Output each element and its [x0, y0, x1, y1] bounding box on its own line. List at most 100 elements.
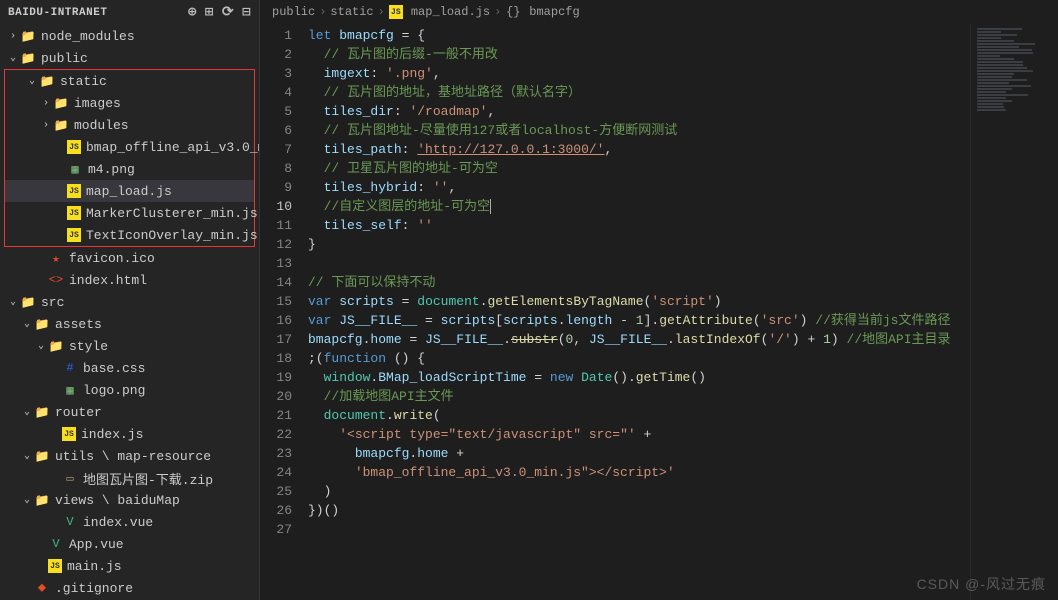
chevron-icon[interactable]: ⌄: [6, 52, 20, 64]
file-icon: 📁: [34, 404, 50, 420]
chevron-icon[interactable]: ⌄: [6, 296, 20, 308]
code-line[interactable]: tiles_self: '': [308, 216, 970, 235]
code-line[interactable]: }: [308, 235, 970, 254]
code-line[interactable]: 'bmap_offline_api_v3.0_min.js"></script>…: [308, 463, 970, 482]
chevron-icon[interactable]: ⌄: [25, 75, 39, 87]
tree-item[interactable]: ⌄📁static: [5, 70, 254, 92]
breadcrumb-item[interactable]: JSmap_load.js: [389, 5, 490, 19]
line-number: 27: [260, 520, 292, 539]
new-file-icon[interactable]: ⊕: [188, 4, 197, 21]
tree-item[interactable]: ⌄📁router: [0, 401, 259, 423]
tree-item-label: 地图瓦片图-下载.zip: [83, 469, 213, 488]
chevron-icon[interactable]: ⌄: [20, 406, 34, 418]
tree-item[interactable]: VApp.vue: [0, 533, 259, 555]
code-line[interactable]: // 下面可以保持不动: [308, 273, 970, 292]
code-line[interactable]: tiles_dir: '/roadmap',: [308, 102, 970, 121]
code-line[interactable]: window.BMap_loadScriptTime = new Date().…: [308, 368, 970, 387]
code-line[interactable]: // 卫星瓦片图的地址-可为空: [308, 159, 970, 178]
code-line[interactable]: // 瓦片图地址-尽量使用127或者localhost-方便断网测试: [308, 121, 970, 140]
breadcrumb-label: public: [272, 5, 315, 19]
file-icon: #: [62, 360, 78, 376]
code-line[interactable]: '<script type="text/javascript" src="' +: [308, 425, 970, 444]
file-icon: 📁: [34, 492, 50, 508]
tree-item[interactable]: ⌄📁src: [0, 291, 259, 313]
chevron-icon[interactable]: ›: [6, 31, 20, 42]
tree-item[interactable]: ⌄📁utils \ map-resource: [0, 445, 259, 467]
code-line[interactable]: tiles_path: 'http://127.0.0.1:3000/',: [308, 140, 970, 159]
file-icon: JS: [48, 559, 62, 573]
file-icon: 📁: [20, 50, 36, 66]
file-icon: 📁: [53, 95, 69, 111]
chevron-right-icon: ›: [494, 5, 501, 19]
code-line[interactable]: [308, 254, 970, 273]
file-icon: JS: [67, 184, 81, 198]
refresh-icon[interactable]: ⟳: [222, 4, 234, 21]
breadcrumb-item[interactable]: {}bmapcfg: [505, 4, 579, 20]
tree-item-label: index.html: [69, 273, 147, 288]
tree-item[interactable]: ▦logo.png: [0, 379, 259, 401]
file-icon: V: [62, 514, 78, 530]
minimap[interactable]: [970, 24, 1058, 600]
code-line[interactable]: [308, 520, 970, 539]
tree-item[interactable]: JSbmap_offline_api_v3.0_min.js: [5, 136, 254, 158]
code-line[interactable]: document.write(: [308, 406, 970, 425]
code-line[interactable]: bmapcfg.home +: [308, 444, 970, 463]
tree-item[interactable]: JSindex.js: [0, 423, 259, 445]
tree-item[interactable]: Vindex.vue: [0, 511, 259, 533]
chevron-icon[interactable]: ⌄: [20, 450, 34, 462]
code-line[interactable]: ;(function () {: [308, 349, 970, 368]
file-icon: 📁: [34, 316, 50, 332]
chevron-icon[interactable]: ⌄: [34, 340, 48, 352]
code-line[interactable]: let bmapcfg = {: [308, 26, 970, 45]
tree-item[interactable]: <>index.html: [0, 269, 259, 291]
code-line[interactable]: //自定义图层的地址-可为空: [308, 197, 970, 216]
tree-item[interactable]: ›📁modules: [5, 114, 254, 136]
tree-item[interactable]: JSMarkerClusterer_min.js: [5, 202, 254, 224]
tree-item-label: map_load.js: [86, 184, 172, 199]
breadcrumb-item[interactable]: static: [330, 5, 373, 19]
chevron-icon[interactable]: ›: [39, 120, 53, 131]
chevron-right-icon: ›: [378, 5, 385, 19]
code-line[interactable]: var JS__FILE__ = scripts[scripts.length …: [308, 311, 970, 330]
code-line[interactable]: // 瓦片图的地址，基地址路径（默认名字）: [308, 83, 970, 102]
code-line[interactable]: bmapcfg.home = JS__FILE__.substr(0, JS__…: [308, 330, 970, 349]
code-line[interactable]: })(): [308, 501, 970, 520]
new-folder-icon[interactable]: ⊞: [205, 4, 214, 21]
tree-item[interactable]: JSTextIconOverlay_min.js: [5, 224, 254, 246]
code-line[interactable]: //加载地图API主文件: [308, 387, 970, 406]
tree-item-label: base.css: [83, 361, 145, 376]
tree-item[interactable]: ⬥.gitignore: [0, 577, 259, 599]
line-number: 16: [260, 311, 292, 330]
tree-item[interactable]: JS map_load.js: [5, 180, 254, 202]
tree-item[interactable]: ›📁images: [5, 92, 254, 114]
code-line[interactable]: ): [308, 482, 970, 501]
chevron-icon[interactable]: ›: [39, 98, 53, 109]
tree-item[interactable]: ⌄📁assets: [0, 313, 259, 335]
chevron-icon[interactable]: ⌄: [20, 318, 34, 330]
code-line[interactable]: tiles_hybrid: '',: [308, 178, 970, 197]
line-number: 6: [260, 121, 292, 140]
code-line[interactable]: var scripts = document.getElementsByTagN…: [308, 292, 970, 311]
collapse-icon[interactable]: ⊟: [242, 4, 251, 21]
code-line[interactable]: imgext: '.png',: [308, 64, 970, 83]
file-tree: ›📁node_modules⌄📁public⌄📁static›📁images›📁…: [0, 25, 259, 600]
chevron-icon[interactable]: ⌄: [20, 494, 34, 506]
tree-item-label: bmap_offline_api_v3.0_min.js: [86, 140, 259, 155]
code-content[interactable]: let bmapcfg = { // 瓦片图的后缀-一般不用改 imgext: …: [308, 24, 970, 600]
tree-item[interactable]: ▭地图瓦片图-下载.zip: [0, 467, 259, 489]
file-icon: 📁: [20, 294, 36, 310]
tree-item[interactable]: ⌄📁public: [0, 47, 259, 69]
code-line[interactable]: // 瓦片图的后缀-一般不用改: [308, 45, 970, 64]
tree-item[interactable]: ⌄📁views \ baiduMap: [0, 489, 259, 511]
tree-item[interactable]: ★favicon.ico: [0, 247, 259, 269]
line-number: 12: [260, 235, 292, 254]
tree-item[interactable]: JSmain.js: [0, 555, 259, 577]
code-area[interactable]: 1234567891011121314151617181920212223242…: [260, 24, 1058, 600]
breadcrumb[interactable]: public›static›JSmap_load.js›{}bmapcfg: [260, 0, 1058, 24]
tree-item[interactable]: # base.css: [0, 357, 259, 379]
tree-item[interactable]: ▦m4.png: [5, 158, 254, 180]
tree-item[interactable]: ⌄📁style: [0, 335, 259, 357]
breadcrumb-item[interactable]: public: [272, 5, 315, 19]
tree-item[interactable]: ›📁node_modules: [0, 25, 259, 47]
tree-item-label: utils \ map-resource: [55, 449, 211, 464]
